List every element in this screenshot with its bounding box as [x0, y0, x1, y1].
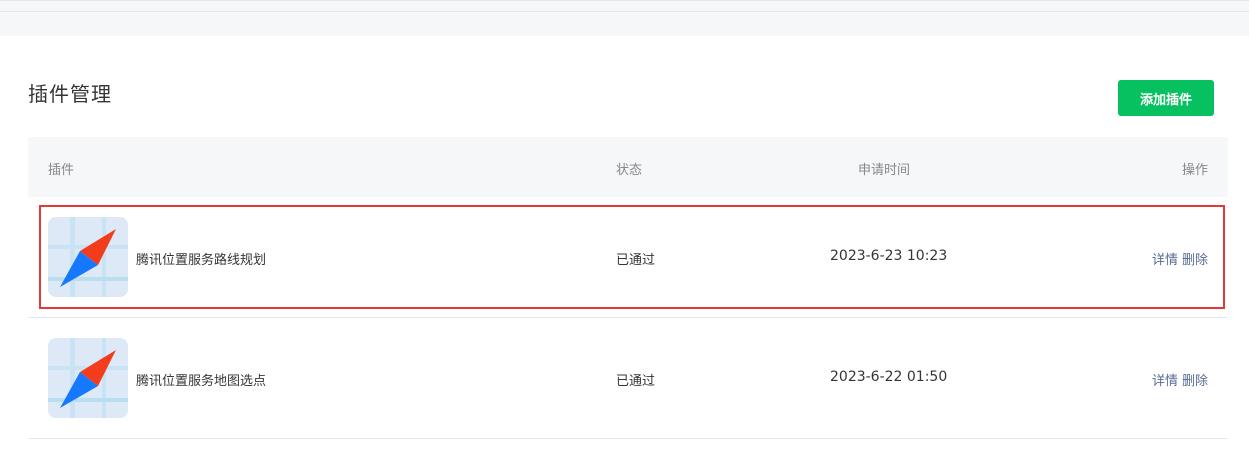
top-bar	[0, 0, 1249, 36]
status-text: 已通过	[616, 374, 656, 389]
plugin-name: 腾讯位置服务地图选点	[136, 374, 267, 389]
compass-map-icon	[48, 217, 128, 297]
column-header-time: 申请时间	[858, 163, 911, 178]
table-row: 腾讯位置服务路线规划 已通过 2023-6-23 10:23 详情 删除	[28, 197, 1228, 318]
row-actions: 详情 删除	[1148, 370, 1208, 389]
apply-time: 2023-6-22 01:50	[830, 369, 948, 385]
column-header-plugin: 插件	[48, 163, 75, 178]
page-title: 插件管理	[28, 82, 112, 106]
delete-link[interactable]: 删除	[1182, 253, 1208, 268]
apply-time: 2023-6-23 10:23	[830, 248, 948, 264]
table-header: 插件 状态 申请时间 操作	[28, 137, 1228, 197]
compass-map-icon	[48, 338, 128, 418]
detail-link[interactable]: 详情	[1152, 253, 1178, 268]
add-plugin-button[interactable]: 添加插件	[1118, 80, 1214, 116]
row-actions: 详情 删除	[1148, 249, 1208, 268]
status-text: 已通过	[616, 253, 656, 268]
column-header-status: 状态	[616, 163, 643, 178]
table-row: 腾讯位置服务地图选点 已通过 2023-6-22 01:50 详情 删除	[28, 318, 1228, 439]
plugin-table: 插件 状态 申请时间 操作 腾讯位置服务路线规划 已通过 2023-6-23 1…	[28, 137, 1228, 439]
detail-link[interactable]: 详情	[1152, 374, 1178, 389]
delete-link[interactable]: 删除	[1182, 374, 1208, 389]
plugin-name: 腾讯位置服务路线规划	[136, 253, 267, 268]
column-header-actions: 操作	[1181, 163, 1208, 178]
